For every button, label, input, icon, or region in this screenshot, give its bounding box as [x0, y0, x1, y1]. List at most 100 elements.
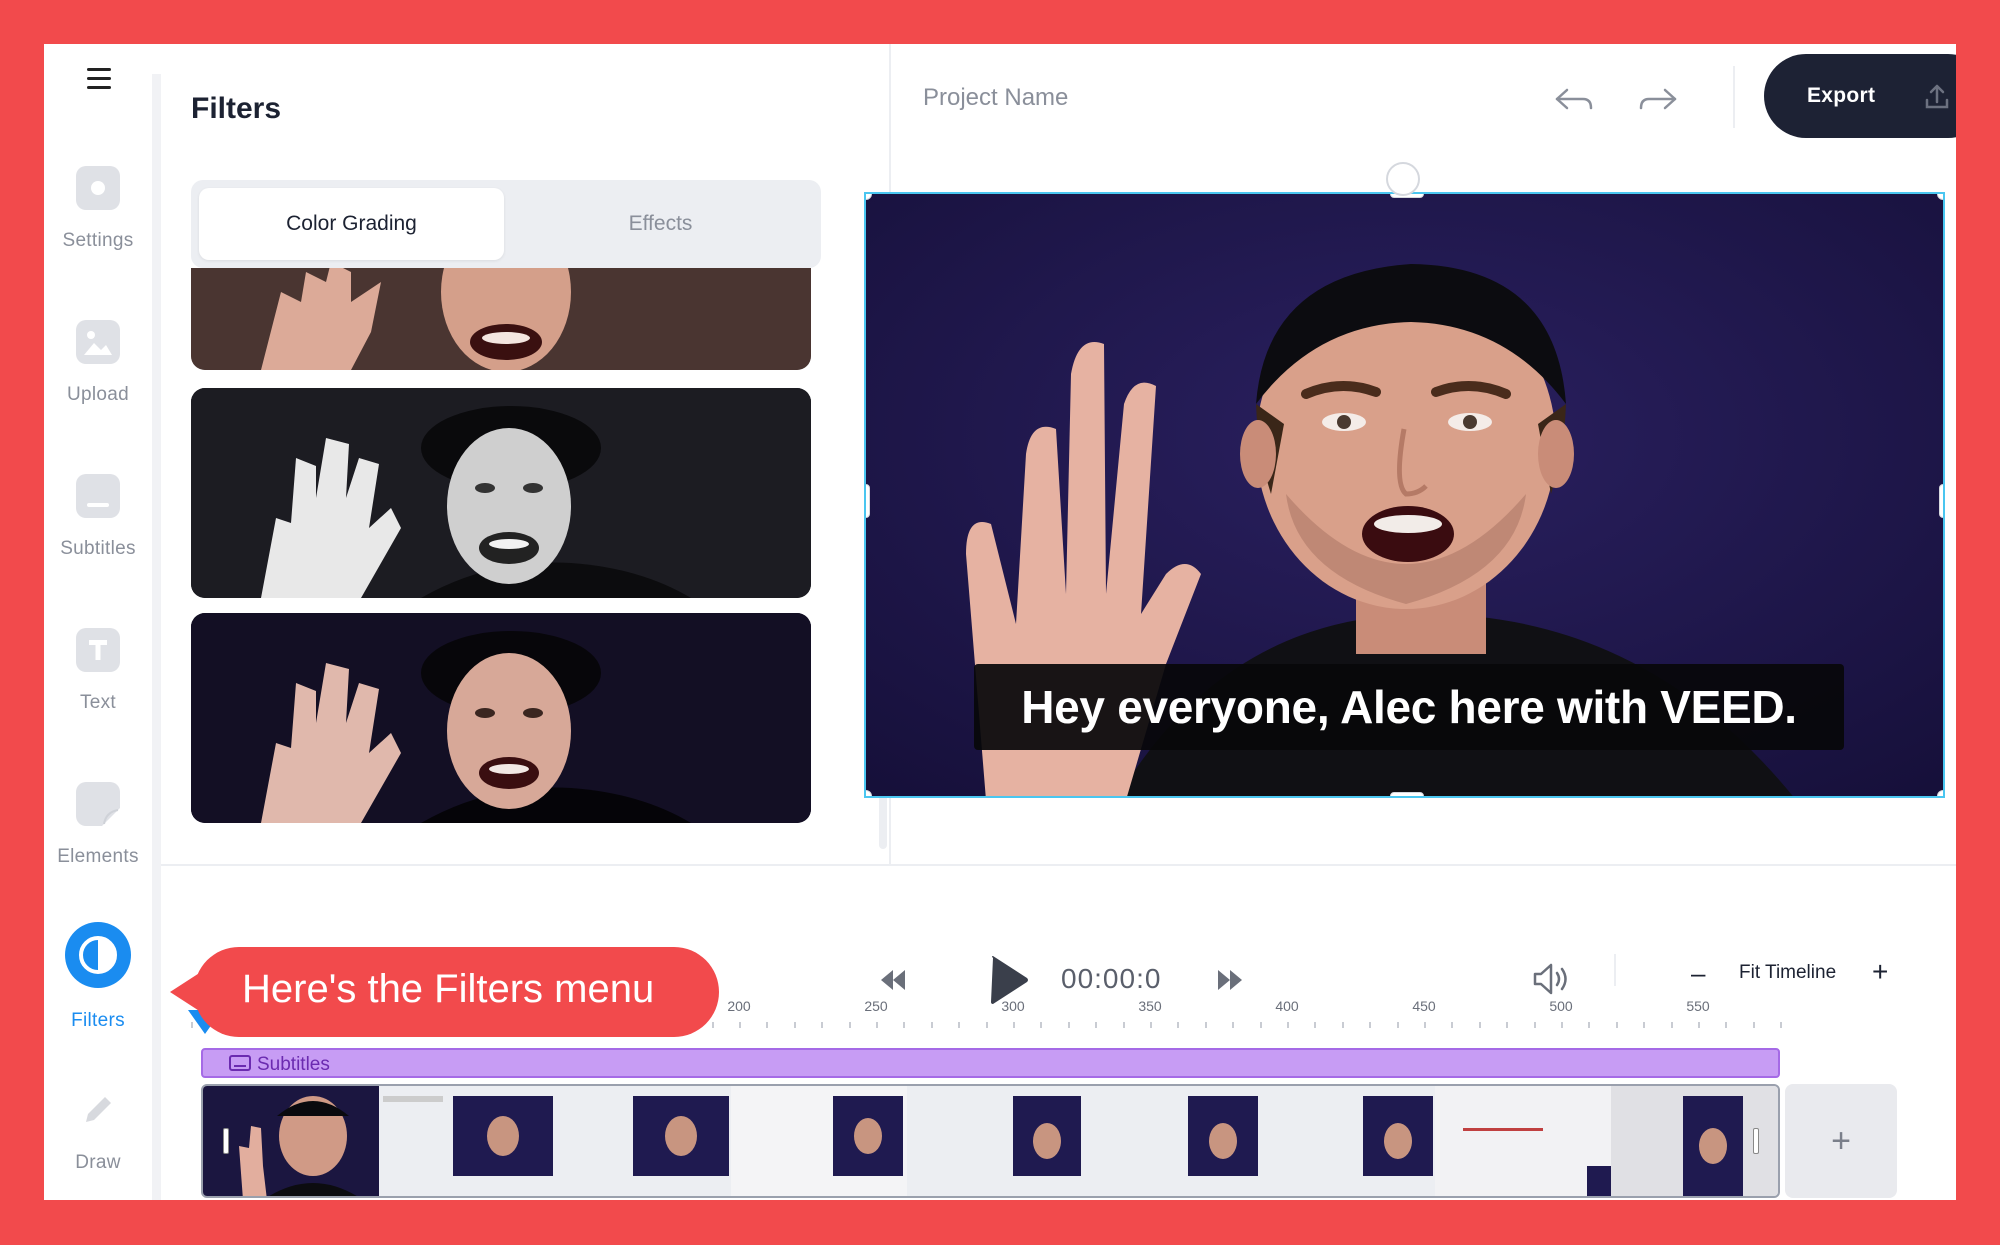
- export-button[interactable]: Export: [1764, 54, 1956, 138]
- sidebar-item-filters[interactable]: Filters: [44, 922, 152, 1050]
- timecode: 00:00:0: [1061, 963, 1162, 994]
- ruler-tick: [1698, 1022, 1700, 1028]
- subtitles-icon: [229, 1055, 251, 1071]
- filter-preview-contrast[interactable]: [191, 613, 811, 823]
- controls-divider: [1614, 954, 1616, 986]
- sidebar-item-settings[interactable]: Settings: [44, 166, 152, 286]
- sidebar-item-label: Elements: [57, 846, 139, 867]
- ruler-tick: [821, 1022, 824, 1028]
- ruler-tick: [1259, 1022, 1262, 1028]
- image-icon: [76, 320, 120, 364]
- fit-timeline-button[interactable]: Fit Timeline: [1739, 962, 1836, 984]
- ruler-tick: [1533, 1022, 1536, 1028]
- sidebar-item-subtitles[interactable]: Subtitles: [44, 474, 152, 594]
- sidebar-item-text[interactable]: Text: [44, 628, 152, 748]
- sidebar-item-label: Draw: [75, 1152, 121, 1173]
- ruler-tick-label: 400: [1275, 998, 1299, 1014]
- ruler-tick: [1451, 1022, 1454, 1028]
- ruler-tick-label: 350: [1138, 998, 1162, 1014]
- project-name[interactable]: Project Name: [923, 84, 1068, 112]
- sticker-icon: [76, 782, 120, 826]
- ruler-tick: [739, 1022, 741, 1028]
- ruler-tick: [903, 1022, 906, 1028]
- subtitle-text: Hey everyone, Alec here with VEED.: [1021, 681, 1797, 733]
- subtitle-track-label: Subtitles: [257, 1054, 330, 1075]
- rewind-icon[interactable]: [879, 968, 907, 997]
- export-label: Export: [1807, 84, 1876, 107]
- ruler-tick: [1067, 1022, 1070, 1028]
- ruler-tick: [1095, 1022, 1098, 1028]
- ruler-tick: [711, 1022, 714, 1028]
- undo-icon[interactable]: [1549, 78, 1599, 122]
- ruler-tick: [1232, 1022, 1235, 1028]
- ruler-tick: [1040, 1022, 1043, 1028]
- ruler-tick: [1561, 1022, 1563, 1028]
- ruler-tick: [1725, 1022, 1728, 1028]
- resize-handle[interactable]: [1937, 790, 1943, 796]
- trim-handle-left[interactable]: [223, 1128, 229, 1154]
- tab-color-grading[interactable]: Color Grading: [199, 188, 504, 260]
- hamburger-icon[interactable]: [74, 58, 124, 98]
- ruler-tick: [1341, 1022, 1344, 1028]
- text-icon: [76, 628, 120, 672]
- ruler-tick-label: 250: [864, 998, 888, 1014]
- ruler-tick: [1204, 1022, 1207, 1028]
- ruler-tick: [191, 1022, 193, 1028]
- ruler-tick: [1314, 1022, 1317, 1028]
- rotate-icon[interactable]: [1386, 162, 1420, 196]
- ruler-tick: [1588, 1022, 1591, 1028]
- filter-preview-bw[interactable]: [191, 388, 811, 598]
- resize-handle[interactable]: [866, 484, 870, 518]
- zoom-in-button[interactable]: +: [1872, 956, 1888, 988]
- ruler-tick: [1752, 1022, 1755, 1028]
- ruler-tick-label: 550: [1686, 998, 1710, 1014]
- sidebar-item-label: Upload: [66, 384, 129, 405]
- zoom-out-button[interactable]: –: [1691, 958, 1705, 989]
- filter-preview-warm[interactable]: [191, 268, 811, 370]
- ruler-tick: [1780, 1022, 1783, 1028]
- ruler-tick: [1122, 1022, 1125, 1028]
- editor-app: Settings Upload Subtitles Text Elements: [44, 44, 1956, 1200]
- topbar-divider: [1733, 66, 1735, 128]
- ruler-tick: [1287, 1022, 1289, 1028]
- fast-forward-icon[interactable]: [1216, 968, 1244, 997]
- ruler-tick: [793, 1022, 796, 1028]
- ruler-tick: [1506, 1022, 1509, 1028]
- video-track[interactable]: [201, 1084, 1780, 1198]
- ruler-tick: [876, 1022, 878, 1028]
- ruler-tick: [848, 1022, 851, 1028]
- ruler-tick: [1369, 1022, 1372, 1028]
- volume-icon[interactable]: [1531, 960, 1571, 1003]
- filters-panel: Filters Color Grading Effects: [161, 44, 891, 864]
- sidebar-item-label: Settings: [62, 230, 134, 251]
- tab-effects[interactable]: Effects: [508, 188, 813, 260]
- ruler-tick: [1615, 1022, 1618, 1028]
- ruler-tick-label: 450: [1412, 998, 1436, 1014]
- subtitle-track[interactable]: Subtitles: [201, 1048, 1780, 1078]
- ruler-tick: [766, 1022, 769, 1028]
- callout-bubble: Here's the Filters menu: [194, 947, 719, 1037]
- sidebar-item-draw[interactable]: Draw: [44, 1088, 152, 1200]
- ruler-tick-label: 500: [1549, 998, 1573, 1014]
- ruler-tick: [930, 1022, 933, 1028]
- ruler-tick: [958, 1022, 961, 1028]
- ruler-tick: [1424, 1022, 1426, 1028]
- sidebar-item-upload[interactable]: Upload: [44, 320, 152, 440]
- ruler-tick-label: 200: [727, 998, 751, 1014]
- ruler-tick-label: 300: [1001, 998, 1025, 1014]
- ruler-tick: [1670, 1022, 1673, 1028]
- trim-handle-right[interactable]: [1753, 1128, 1759, 1154]
- settings-icon: [76, 166, 120, 210]
- filter-tabs: Color Grading Effects: [191, 180, 821, 268]
- video-canvas[interactable]: Hey everyone, Alec here with VEED.: [864, 192, 1945, 798]
- resize-handle[interactable]: [1390, 792, 1424, 796]
- add-clip-button[interactable]: +: [1785, 1084, 1897, 1198]
- ruler-tick: [1177, 1022, 1180, 1028]
- sidebar-item-elements[interactable]: Elements: [44, 782, 152, 902]
- ruler-tick: [985, 1022, 988, 1028]
- ruler-tick: [1013, 1022, 1015, 1028]
- subtitle-overlay[interactable]: Hey everyone, Alec here with VEED.: [974, 664, 1844, 750]
- panel-title: Filters: [191, 92, 282, 125]
- redo-icon[interactable]: [1633, 78, 1683, 122]
- resize-handle[interactable]: [1939, 484, 1943, 518]
